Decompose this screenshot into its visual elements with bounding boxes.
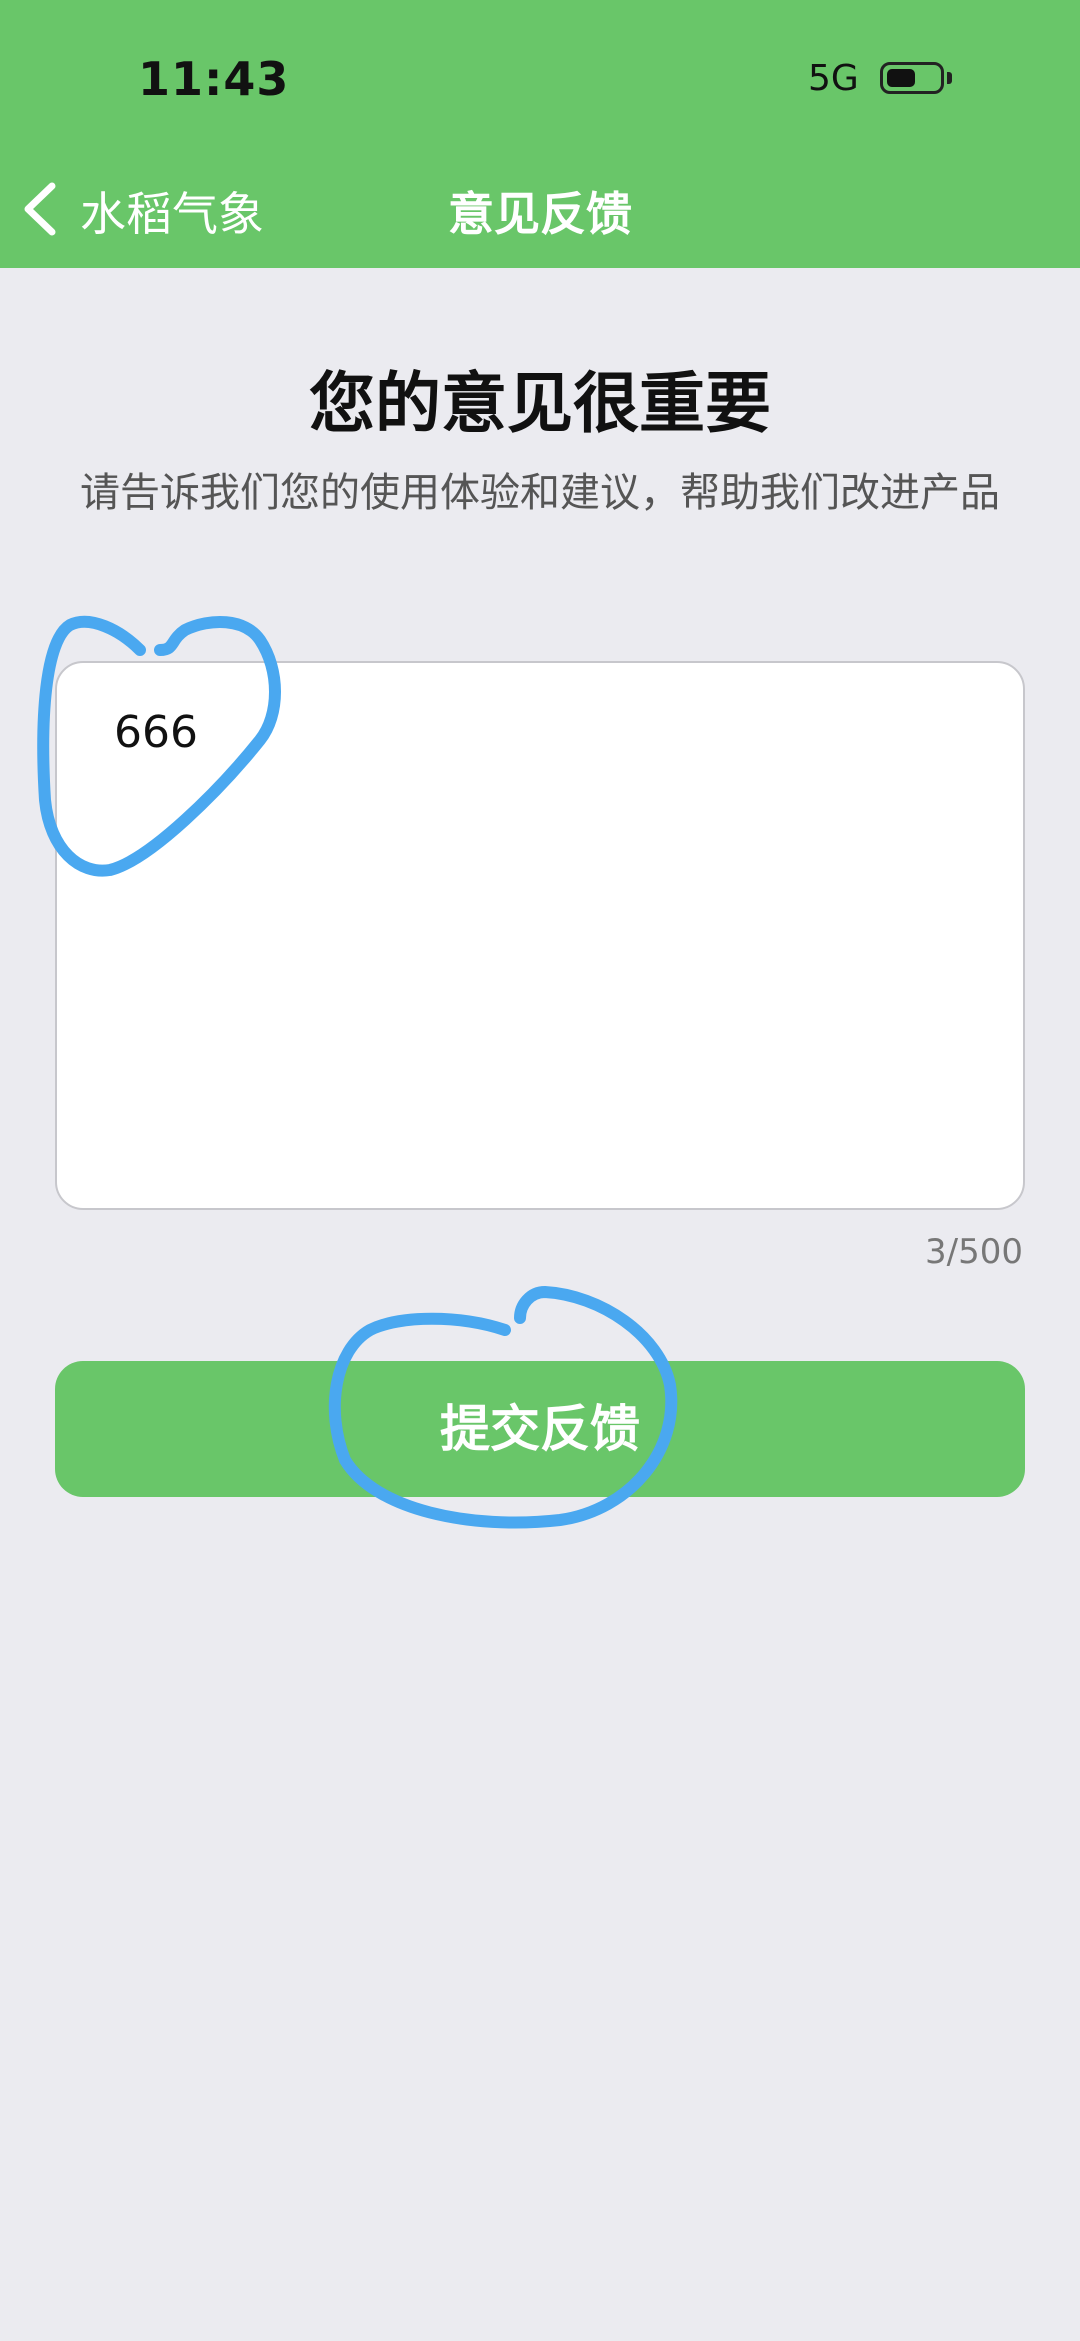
feedback-textarea[interactable]: 666 (55, 661, 1025, 1210)
status-time: 11:43 (138, 52, 290, 106)
feedback-input-value: 666 (114, 707, 198, 758)
network-indicator: 5G (808, 58, 859, 99)
back-button[interactable]: 水稻气象 (20, 170, 290, 242)
submit-feedback-button[interactable]: 提交反馈 (55, 1361, 1025, 1497)
battery-cap (947, 72, 952, 84)
battery-icon (880, 62, 944, 94)
chevron-left-icon (24, 182, 56, 236)
feedback-subtitle: 请告诉我们您的使用体验和建议，帮助我们改进产品 (80, 470, 1000, 516)
feedback-heading: 您的意见很重要 (309, 365, 771, 442)
nav-header: 11:43 5G 水稻气象 意见反馈 (0, 0, 1080, 268)
back-label: 水稻气象 (80, 187, 264, 241)
page-title: 意见反馈 (448, 187, 632, 241)
battery-level-fill (887, 69, 915, 87)
character-counter: 3/500 (925, 1232, 1023, 1272)
